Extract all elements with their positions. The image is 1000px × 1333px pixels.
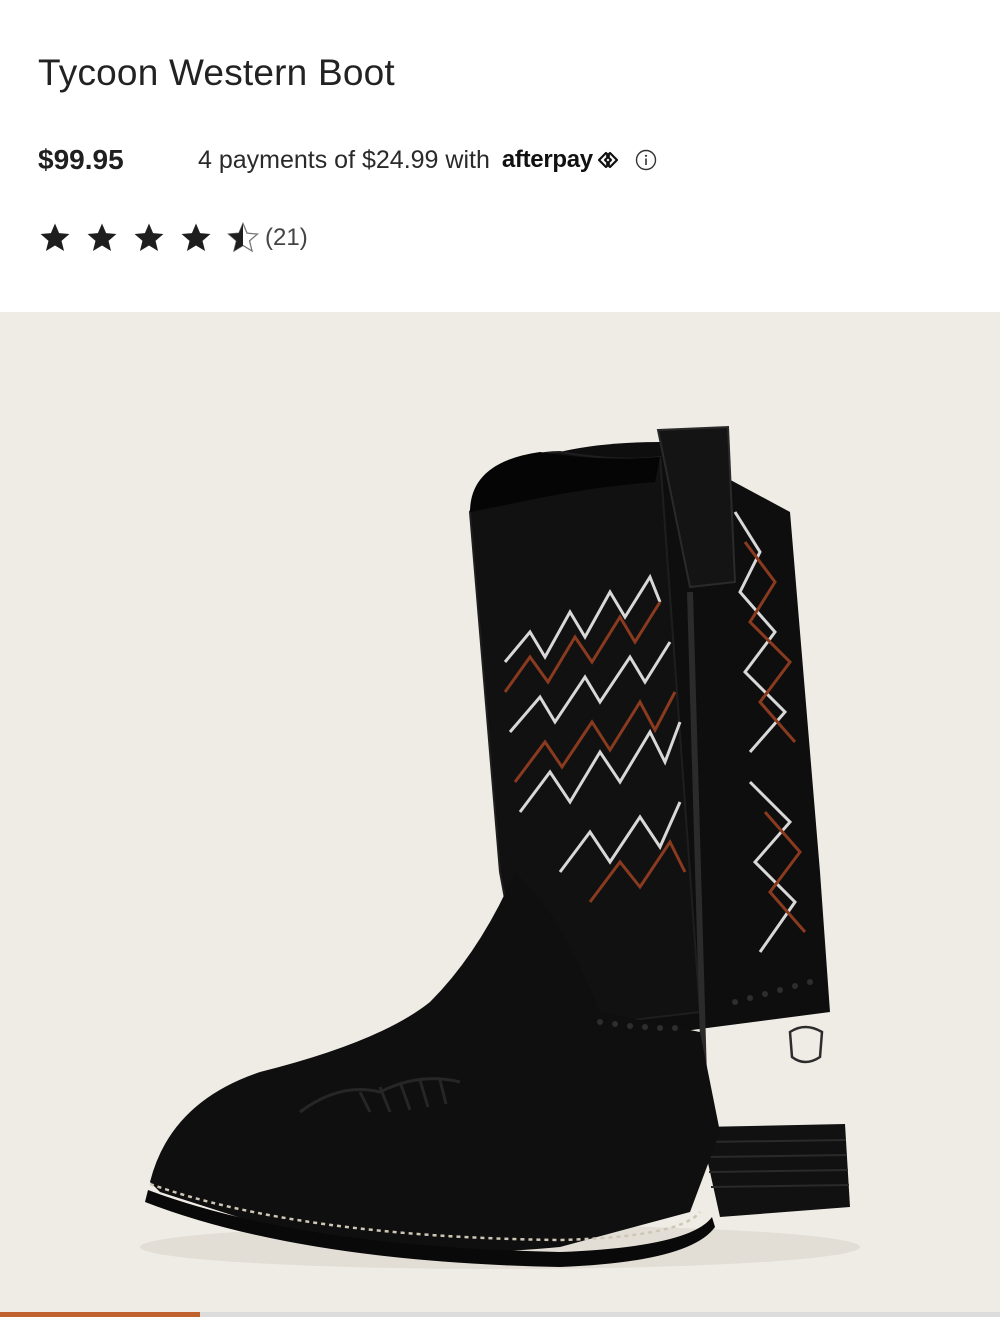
afterpay-logo: afterpay [502, 146, 621, 174]
half-star-icon [226, 221, 260, 253]
product-page: Tycoon Western Boot $99.95 4 payments of… [0, 0, 1000, 1333]
rating-row[interactable]: (21) [38, 218, 308, 258]
product-price: $99.95 [38, 144, 124, 175]
review-count[interactable]: (21) [265, 224, 308, 252]
star-icon [40, 223, 70, 252]
info-icon[interactable] [635, 149, 657, 171]
installments-text: 4 payments of $24.99 with [198, 145, 490, 174]
afterpay-wordmark: afterpay [501, 146, 593, 173]
boot-illustration [140, 425, 860, 1269]
star-icon [134, 223, 164, 252]
star-icon [87, 223, 117, 252]
afterpay-arrows-icon [597, 151, 618, 169]
price-row: $99.95 4 payments of $24.99 with afterpa… [38, 140, 657, 180]
star-icon [181, 223, 211, 252]
bottom-spacer [0, 1317, 1000, 1333]
product-image[interactable] [0, 312, 1000, 1312]
afterpay-installments[interactable]: 4 payments of $24.99 with afterpay [198, 146, 657, 175]
product-title: Tycoon Western Boot [38, 52, 395, 93]
